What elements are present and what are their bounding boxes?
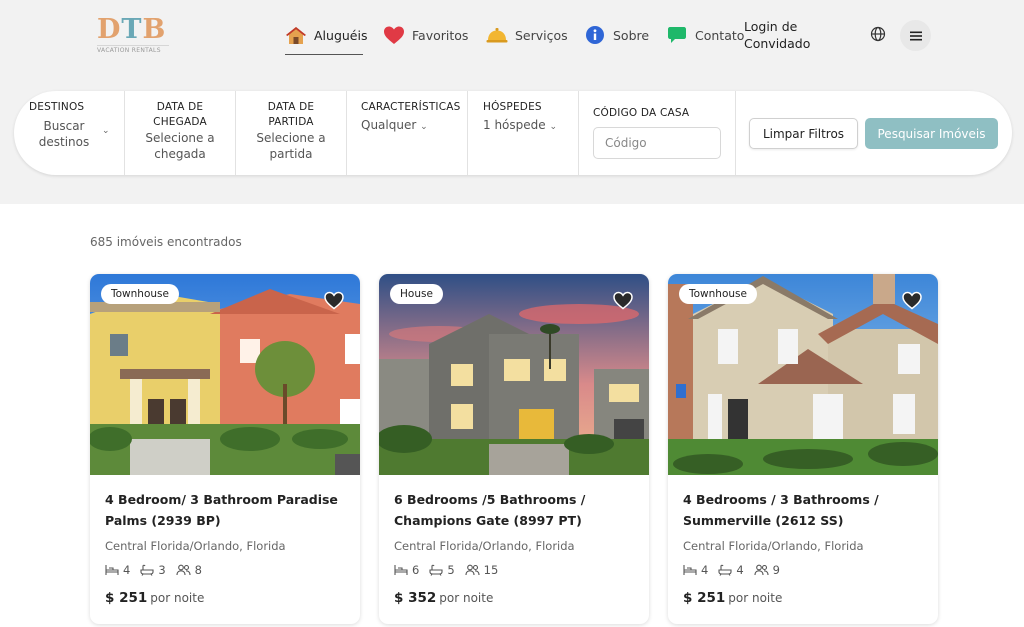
nav-about-label: Sobre [613, 27, 650, 43]
info-icon [584, 24, 606, 46]
departure-label: DATA DE PARTIDA [267, 101, 315, 128]
guest-login-line1: Login de [744, 19, 798, 34]
property-type-badge: Townhouse [679, 284, 757, 304]
destinations-filter[interactable]: DESTINOS Buscar destinos ⌄ [14, 91, 125, 175]
globe-icon[interactable] [869, 25, 887, 43]
nav-contact[interactable]: Contato [666, 22, 744, 48]
guests-icon [176, 564, 191, 576]
nav-services[interactable]: Serviços [486, 22, 568, 48]
favorite-heart-icon[interactable] [323, 290, 345, 310]
arrival-label: DATA DE CHEGADA [153, 101, 207, 128]
listing-photo [668, 274, 938, 475]
heart-icon [383, 24, 405, 46]
guest-login-line2: Convidado [744, 36, 811, 51]
results-count: 685 imóveis encontrados [90, 235, 242, 249]
listing-card[interactable]: Townhouse 4 Bedroom/ 3 Bathroom Paradise… [90, 274, 360, 624]
arrival-date-filter[interactable]: DATA DE CHEGADA Selecione a chegada [125, 91, 236, 175]
listing-price: $ 251 por noite [105, 590, 205, 606]
listing-title[interactable]: 6 Bedrooms /5 Bathrooms / Champions Gate… [394, 489, 642, 531]
listing-location: Central Florida/Orlando, Florida [105, 539, 286, 553]
features-label: CARACTERÍSTICAS [361, 101, 461, 113]
bathtub-icon [140, 564, 154, 576]
guests-icon [754, 564, 769, 576]
bathtub-icon [429, 564, 443, 576]
guests-count: 9 [772, 563, 780, 577]
arrival-value: Selecione a chegada [145, 131, 215, 161]
house-code-input[interactable] [593, 127, 721, 159]
nav-contact-label: Contato [695, 27, 745, 43]
nav-rentals-label: Aluguéis [314, 27, 368, 43]
nav-services-label: Serviços [515, 27, 568, 43]
chat-icon [666, 24, 688, 46]
listing-location: Central Florida/Orlando, Florida [683, 539, 864, 553]
guests-icon [465, 564, 480, 576]
clear-filters-button[interactable]: Limpar Filtros [749, 118, 858, 149]
destinations-value: Buscar destinos [38, 119, 90, 149]
guests-filter[interactable]: HÓSPEDES 1 hóspede ⌄ [468, 91, 579, 175]
listing-features: 4 4 9 [683, 563, 790, 577]
listing-features: 4 3 8 [105, 563, 212, 577]
logo[interactable]: DTB VACATION RENTALS [97, 16, 169, 56]
bedrooms-count: 6 [412, 563, 420, 577]
property-type-badge: Townhouse [101, 284, 179, 304]
listing-card[interactable]: House 6 Bedrooms /5 Bathrooms / Champion… [379, 274, 649, 624]
search-bar: DESTINOS Buscar destinos ⌄ DATA DE CHEGA… [14, 91, 1012, 175]
nav-about[interactable]: Sobre [584, 22, 649, 48]
logo-wordmark: DTB [97, 14, 167, 45]
features-filter[interactable]: CARACTERÍSTICAS Qualquer ⌄ [347, 91, 468, 175]
listing-card[interactable]: Townhouse 4 Bedrooms / 3 Bathrooms / Sum… [668, 274, 938, 624]
chevron-down-icon: ⌄ [549, 122, 558, 132]
listing-price: $ 352 por noite [394, 590, 494, 606]
property-type-badge: House [390, 284, 443, 304]
listing-photo [90, 274, 360, 475]
listing-price: $ 251 por noite [683, 590, 783, 606]
search-properties-button[interactable]: Pesquisar Imóveis [865, 118, 998, 149]
hamburger-icon [909, 31, 922, 40]
bed-icon [105, 565, 119, 575]
departure-value: Selecione a partida [256, 131, 326, 161]
features-value: Qualquer ⌄ [361, 118, 428, 132]
nav-rentals[interactable]: Aluguéis [285, 22, 367, 48]
house-icon [285, 24, 307, 46]
nav-favorites[interactable]: Favoritos [383, 22, 468, 48]
house-code-label: CÓDIGO DA CASA [593, 107, 690, 119]
departure-date-filter[interactable]: DATA DE PARTIDA Selecione a partida [236, 91, 347, 175]
service-bell-icon [486, 24, 508, 46]
listing-photo [379, 274, 649, 475]
bathrooms-count: 4 [736, 563, 744, 577]
logo-subtitle: VACATION RENTALS [97, 45, 169, 54]
nav-favorites-label: Favoritos [412, 27, 469, 43]
bathrooms-count: 3 [158, 563, 166, 577]
favorite-heart-icon[interactable] [612, 290, 634, 310]
nav-active-underline [285, 54, 363, 55]
bathrooms-count: 5 [447, 563, 455, 577]
guests-value: 1 hóspede ⌄ [483, 118, 558, 132]
menu-button[interactable] [900, 20, 931, 51]
listing-title[interactable]: 4 Bedrooms / 3 Bathrooms / Summerville (… [683, 489, 931, 531]
chevron-down-icon: ⌄ [420, 122, 428, 132]
bedrooms-count: 4 [123, 563, 131, 577]
bathtub-icon [718, 564, 732, 576]
bed-icon [394, 565, 408, 575]
listing-location: Central Florida/Orlando, Florida [394, 539, 575, 553]
chevron-down-icon: ⌄ [102, 126, 110, 136]
listing-features: 6 5 15 [394, 563, 508, 577]
guests-label: HÓSPEDES [483, 101, 542, 113]
listing-title[interactable]: 4 Bedroom/ 3 Bathroom Paradise Palms (29… [105, 489, 353, 531]
favorite-heart-icon[interactable] [901, 290, 923, 310]
bed-icon [683, 565, 697, 575]
guest-login-link[interactable]: Login de Convidado [744, 18, 810, 52]
guests-count: 8 [194, 563, 202, 577]
guests-count: 15 [483, 563, 499, 577]
bedrooms-count: 4 [701, 563, 709, 577]
destinations-label: DESTINOS [29, 101, 85, 113]
